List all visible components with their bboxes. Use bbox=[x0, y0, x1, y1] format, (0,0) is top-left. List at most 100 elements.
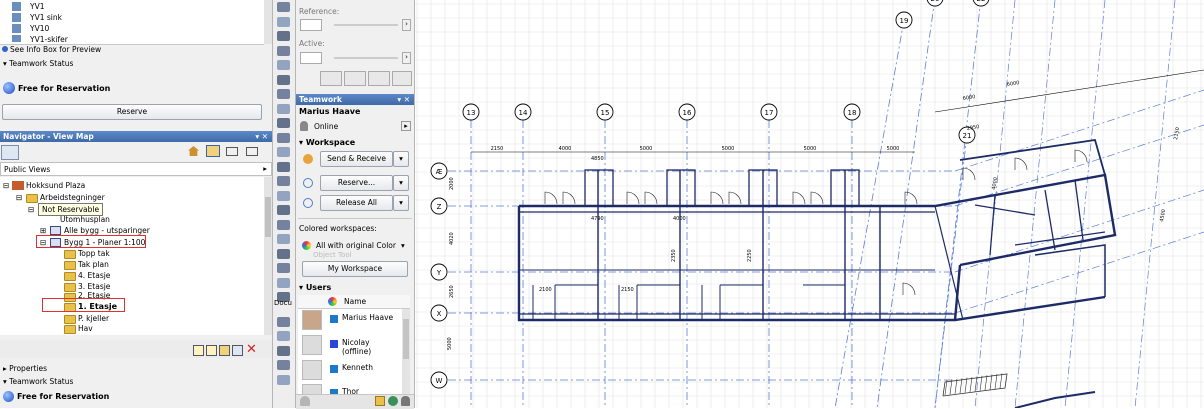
object-tool-icon[interactable] bbox=[277, 205, 290, 215]
door-tool-icon[interactable] bbox=[277, 45, 290, 56]
layer-options-button[interactable] bbox=[320, 71, 342, 86]
shell-tool-icon[interactable] bbox=[277, 147, 290, 157]
zone-tool-icon[interactable] bbox=[277, 234, 290, 244]
scroll-thumb[interactable] bbox=[265, 197, 271, 237]
stair-tool-icon[interactable] bbox=[277, 118, 290, 128]
text-tool-icon[interactable] bbox=[277, 316, 290, 327]
navigator-tree[interactable]: ⊟ Hokksund Plaza ⊟ Arbeidstegninger ⊟ No… bbox=[0, 177, 264, 335]
tree-expander[interactable]: ⊟ bbox=[3, 181, 9, 190]
scroll-thumb[interactable] bbox=[403, 319, 409, 359]
skylight-tool-icon[interactable] bbox=[277, 161, 290, 172]
delete-icon[interactable]: ✕ bbox=[246, 343, 257, 356]
send-receive-dropdown[interactable]: ▾ bbox=[393, 151, 409, 167]
drawing-canvas[interactable]: 13 14 15 16 17 18 19 20 22 21 Æ Z Y X W 2150 4000 5000 500… bbox=[415, 0, 1204, 408]
curtainwall-tool-icon[interactable] bbox=[277, 176, 290, 186]
public-views-selector[interactable]: Public Views ▸ bbox=[0, 162, 272, 176]
lamp-tool-icon[interactable] bbox=[277, 219, 290, 230]
teamwork-status-toggle[interactable]: ▾ Teamwork Status bbox=[3, 377, 73, 386]
dimension-tool-icon[interactable] bbox=[277, 277, 290, 288]
layer-item[interactable]: YV10 bbox=[30, 24, 49, 33]
my-workspace-button[interactable]: My Workspace bbox=[302, 261, 408, 277]
layer-item[interactable]: YV1 sink bbox=[30, 13, 62, 22]
railing-tool-icon[interactable] bbox=[277, 263, 290, 273]
window-tool-icon[interactable] bbox=[277, 60, 290, 70]
layout-icon[interactable] bbox=[226, 147, 238, 156]
arc-tool-icon[interactable] bbox=[277, 374, 290, 385]
tree-item-level[interactable]: 3. Etasje bbox=[78, 282, 110, 291]
workspace-section[interactable]: ▾ Workspace bbox=[299, 138, 355, 147]
reference-selector[interactable] bbox=[300, 19, 322, 31]
marquee-tool-icon[interactable] bbox=[277, 16, 290, 27]
color-select[interactable]: All with original Color bbox=[316, 241, 396, 250]
users-scrollbar[interactable] bbox=[402, 309, 410, 401]
message-icon[interactable] bbox=[375, 396, 385, 406]
fill-tool-icon[interactable] bbox=[277, 345, 290, 356]
view-map-dropdown[interactable] bbox=[1, 145, 19, 160]
tree-item-level[interactable]: Topp tak bbox=[78, 249, 110, 258]
tree-expander[interactable]: ⊟ bbox=[16, 193, 22, 202]
send-receive-button[interactable]: Send & Receive bbox=[320, 151, 393, 167]
tree-expander[interactable]: ⊟ bbox=[28, 205, 34, 214]
layer-options-button[interactable] bbox=[392, 71, 412, 86]
active-selector[interactable] bbox=[300, 52, 322, 64]
tree-item-level[interactable]: 4. Etasje bbox=[78, 271, 110, 280]
globe-icon[interactable] bbox=[388, 396, 398, 406]
layer-item[interactable]: YV1 bbox=[30, 2, 44, 11]
release-all-button[interactable]: Release All bbox=[320, 195, 393, 211]
name-column-header[interactable]: Name bbox=[344, 297, 366, 306]
beam-tool-icon[interactable] bbox=[277, 89, 290, 99]
chevron-down-icon[interactable]: ▾ bbox=[401, 241, 405, 250]
folder-view-icon[interactable] bbox=[206, 145, 220, 157]
morph-tool-icon[interactable] bbox=[277, 190, 290, 201]
chevron-right-icon[interactable]: ▸ bbox=[401, 121, 411, 131]
line-tool-icon[interactable] bbox=[277, 360, 290, 370]
layer-options-button[interactable] bbox=[344, 71, 366, 86]
user-name-cell[interactable]: Kenneth bbox=[342, 363, 400, 372]
teamwork-status-toggle[interactable]: ▾ Teamwork Status bbox=[3, 59, 73, 68]
reference-slider[interactable] bbox=[334, 24, 398, 26]
dimension-text: 2350 bbox=[671, 249, 677, 262]
slab-tool-icon[interactable] bbox=[277, 103, 290, 114]
tree-item-utomhusplan[interactable]: Utomhusplan bbox=[60, 215, 110, 224]
reserve-dropdown-arrow[interactable]: ▾ bbox=[393, 175, 409, 191]
active-slider[interactable] bbox=[334, 57, 398, 59]
close-icon[interactable]: ▾ ✕ bbox=[397, 94, 410, 105]
label-tool-icon[interactable] bbox=[277, 331, 290, 341]
clone-icon[interactable] bbox=[206, 345, 217, 356]
user-settings-icon[interactable] bbox=[401, 396, 410, 406]
floor-plan[interactable]: 13 14 15 16 17 18 19 20 22 21 Æ Z Y X W 2150 4000 5000 500… bbox=[415, 0, 1204, 408]
arrow-right-icon[interactable]: › bbox=[402, 19, 411, 31]
tree-item-arbeidstegninger[interactable]: Arbeidstegninger bbox=[40, 193, 105, 202]
users-section[interactable]: ▾ Users bbox=[299, 283, 331, 292]
roof-tool-icon[interactable] bbox=[277, 132, 290, 143]
new-folder-icon[interactable] bbox=[219, 345, 230, 356]
tree-item-root[interactable]: Hokksund Plaza bbox=[26, 181, 85, 190]
tree-expander[interactable]: ⊞ bbox=[40, 226, 46, 235]
wall-tool-icon[interactable] bbox=[277, 31, 290, 41]
settings-icon[interactable] bbox=[193, 345, 204, 356]
user-name-cell[interactable]: Marius Haave bbox=[342, 313, 400, 322]
mesh-tool-icon[interactable] bbox=[277, 248, 290, 259]
layer-item[interactable]: YV1-skifer bbox=[30, 35, 68, 44]
column-tool-icon[interactable] bbox=[277, 74, 290, 85]
reserve-dropdown-button[interactable]: Reserve... bbox=[320, 175, 393, 191]
person-icon[interactable] bbox=[300, 396, 310, 406]
publisher-icon[interactable] bbox=[246, 147, 258, 156]
tree-scrollbar[interactable] bbox=[264, 177, 272, 335]
release-all-dropdown[interactable]: ▾ bbox=[393, 195, 409, 211]
tree-item-level[interactable]: Hav bbox=[78, 324, 93, 333]
tree-item-level[interactable]: Tak plan bbox=[78, 260, 109, 269]
properties-icon[interactable] bbox=[232, 345, 243, 356]
layer-list[interactable]: YV1 YV1 sink YV10 YV1-skifer bbox=[0, 0, 264, 45]
tree-item-level[interactable]: P. kjeller bbox=[78, 314, 109, 323]
properties-toggle[interactable]: ▸ Properties bbox=[3, 364, 47, 373]
layer-options-button[interactable] bbox=[368, 71, 390, 86]
arrow-right-icon[interactable]: › bbox=[402, 52, 411, 64]
layer-list-scrollbar[interactable] bbox=[264, 0, 272, 44]
online-status[interactable]: Online bbox=[314, 122, 338, 131]
arrow-tool-icon[interactable] bbox=[277, 2, 290, 12]
user-name-cell[interactable]: Nicolay (offline) bbox=[342, 338, 400, 356]
close-icon[interactable]: ▾ ✕ bbox=[255, 131, 268, 142]
reserve-button[interactable]: Reserve bbox=[2, 104, 262, 120]
tree-item-alle-bygg[interactable]: Alle bygg - utsparinger bbox=[64, 226, 150, 235]
